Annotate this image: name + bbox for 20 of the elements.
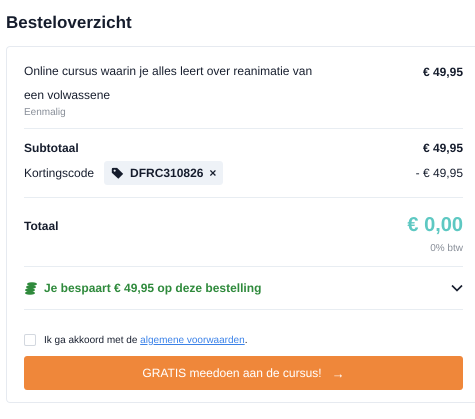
discount-value: - € 49,95 [416,166,463,180]
total-label: Totaal [24,218,58,232]
total-value: € 0,00 [407,214,463,237]
subtotal-value: € 49,95 [422,141,463,155]
terms-link[interactable]: algemene voorwaarden [140,334,245,346]
discount-label: Kortingscode [24,166,94,180]
tax-note: 0% btw [430,243,463,254]
join-course-button[interactable]: GRATIS meedoen aan de cursus! → [24,356,463,390]
billing-type: Eenmalig [24,107,67,118]
page-title: Besteloverzicht [6,12,133,34]
coins-icon [24,282,38,294]
terms-checkbox[interactable] [24,334,36,346]
subtotal-label: Subtotaal [24,141,79,155]
remove-button[interactable]: × [209,166,216,180]
savings-toggle[interactable]: Je bespaart € 49,95 op deze bestelling [24,279,463,297]
product-price: € 49,95 [422,65,463,79]
product-name: Online cursus waarin je alles leert over reanimatie van een volwassene [24,63,314,104]
tag-icon [111,166,124,180]
discount-code: DFRC310826 [130,166,204,180]
terms-text: Ik ga akkoord met de algemene voorwaarden. [44,334,248,346]
